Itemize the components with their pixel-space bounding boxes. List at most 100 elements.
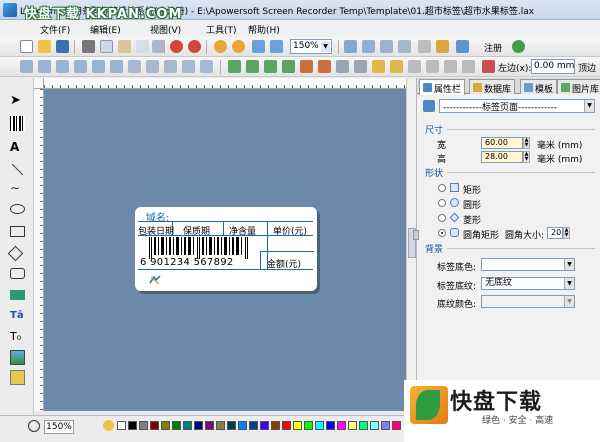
rotate-left-icon[interactable]	[372, 60, 385, 73]
text-tool-icon[interactable]: A	[10, 140, 25, 155]
center-h-icon[interactable]	[228, 60, 241, 73]
undo-icon[interactable]	[170, 40, 183, 53]
menu-help[interactable]: 帮助(H)	[248, 23, 280, 36]
center-v-icon[interactable]	[246, 60, 259, 73]
corner-size-input[interactable]: 20	[547, 227, 563, 239]
print-preview-icon[interactable]	[344, 40, 357, 53]
rectangle-tool-icon[interactable]	[10, 226, 25, 237]
new-file-icon[interactable]	[20, 40, 33, 53]
fill-color-icon[interactable]	[10, 290, 25, 300]
rounded-rect-tool-icon[interactable]	[10, 268, 25, 279]
label-header-pack-date[interactable]: 包装日期	[138, 224, 174, 237]
lock-icon[interactable]	[336, 60, 349, 73]
label-page[interactable]: 域名: 包装日期 保质期 净含量 单价(元) 6 901234 567892 金…	[135, 207, 317, 291]
diamond-tool-icon[interactable]	[7, 245, 24, 262]
flip-h-icon[interactable]	[408, 60, 421, 73]
same-size-icon[interactable]	[164, 60, 177, 73]
barcode-graphic[interactable]	[149, 237, 253, 259]
color-swatch[interactable]	[249, 421, 258, 430]
send-back-icon[interactable]	[282, 60, 295, 73]
curve-tool-icon[interactable]: ∼	[10, 182, 25, 197]
color-swatch[interactable]	[216, 421, 225, 430]
image-tool-icon[interactable]	[10, 350, 25, 365]
duplicate-icon[interactable]	[136, 40, 149, 53]
width-spinner[interactable]: ▲ ▼	[523, 137, 530, 149]
same-height-icon[interactable]	[146, 60, 159, 73]
palette-icon[interactable]	[103, 420, 114, 431]
color-swatch[interactable]	[304, 421, 313, 430]
snap-icon[interactable]	[462, 60, 475, 73]
color-swatch[interactable]	[392, 421, 401, 430]
color-swatch[interactable]	[128, 421, 137, 430]
color-swatch[interactable]	[293, 421, 302, 430]
label-divider[interactable]	[260, 251, 261, 269]
menu-view[interactable]: 视图(V)	[150, 23, 181, 36]
fit-page-icon[interactable]	[252, 40, 265, 53]
label-amount-text[interactable]: 金额(元)	[267, 257, 301, 270]
color-swatch[interactable]	[238, 421, 247, 430]
color-swatch[interactable]	[271, 421, 280, 430]
color-swatch[interactable]	[227, 421, 236, 430]
pattern-color-select[interactable]: ▼	[481, 295, 575, 308]
menu-file[interactable]: 文件(F)	[40, 23, 70, 36]
zoom-out-icon[interactable]	[232, 40, 245, 53]
corner-size-spinner[interactable]: ▲ ▼	[563, 227, 570, 239]
rotate-right-icon[interactable]	[390, 60, 403, 73]
tab-properties[interactable]: 属性栏	[419, 79, 466, 95]
color-swatch[interactable]	[161, 421, 170, 430]
color-swatch[interactable]	[337, 421, 346, 430]
actual-size-icon[interactable]	[270, 40, 283, 53]
tab-image-library[interactable]: 图片库	[557, 79, 600, 95]
color-swatch[interactable]	[172, 421, 181, 430]
batch-print-icon[interactable]	[418, 40, 431, 53]
shape-rectangle-radio[interactable]	[438, 184, 446, 192]
chevron-down-icon[interactable]: ▼	[564, 259, 574, 270]
bg-color-select[interactable]: ▼	[481, 258, 575, 271]
object-select[interactable]: ------------标签页面------------ ▼	[439, 99, 595, 113]
width-input[interactable]: 60.00	[481, 137, 523, 149]
help-globe-icon[interactable]	[512, 40, 525, 53]
magnifier-icon[interactable]	[28, 420, 40, 432]
select-arrow-icon[interactable]: ➤	[10, 94, 25, 109]
shape-circle-radio[interactable]	[438, 199, 446, 207]
label-header-unit-price[interactable]: 单价(元)	[273, 224, 307, 237]
group-icon[interactable]	[300, 60, 313, 73]
shape-rounded-rect-radio[interactable]	[438, 229, 446, 237]
font-tool-icon[interactable]: T₀	[10, 330, 25, 345]
ungroup-icon[interactable]	[318, 60, 331, 73]
label-header-shelf-life[interactable]: 保质期	[183, 224, 210, 237]
label-header-net-content[interactable]: 净含量	[229, 224, 256, 237]
label-divider[interactable]	[260, 251, 314, 252]
cut-icon[interactable]	[82, 40, 95, 53]
color-swatch[interactable]	[139, 421, 148, 430]
chevron-down-icon[interactable]: ▼	[321, 41, 330, 52]
color-swatch[interactable]	[326, 421, 335, 430]
align-bottom-icon[interactable]	[110, 60, 123, 73]
label-logo-icon[interactable]	[149, 275, 161, 285]
monitor-icon[interactable]	[456, 40, 469, 53]
color-swatch[interactable]	[282, 421, 291, 430]
tab-database[interactable]: 数据库	[469, 79, 516, 95]
menu-edit[interactable]: 编辑(E)	[90, 23, 121, 36]
menu-tools[interactable]: 工具(T)	[206, 23, 237, 36]
grid-icon[interactable]	[444, 60, 457, 73]
label-divider[interactable]	[138, 221, 313, 222]
zoom-in-icon[interactable]	[214, 40, 227, 53]
zoom-indicator[interactable]: 150%	[44, 420, 74, 434]
color-swatch[interactable]	[205, 421, 214, 430]
print-icon[interactable]	[380, 40, 393, 53]
align-right-icon[interactable]	[56, 60, 69, 73]
height-input[interactable]: 28.00	[481, 151, 523, 163]
color-swatch[interactable]	[150, 421, 159, 430]
same-width-icon[interactable]	[128, 60, 141, 73]
space-horizontal-icon[interactable]	[182, 60, 195, 73]
color-swatch[interactable]	[183, 421, 192, 430]
register-button[interactable]: 注册	[484, 41, 502, 54]
save-icon[interactable]	[56, 40, 69, 53]
left-position-input[interactable]: 0.00 mm	[531, 59, 575, 74]
print-search-icon[interactable]	[362, 40, 375, 53]
zoom-select[interactable]: 150% ▼	[290, 39, 332, 54]
color-swatch[interactable]	[315, 421, 324, 430]
chevron-down-icon[interactable]: ▼	[564, 278, 574, 289]
key-icon[interactable]	[436, 40, 449, 53]
